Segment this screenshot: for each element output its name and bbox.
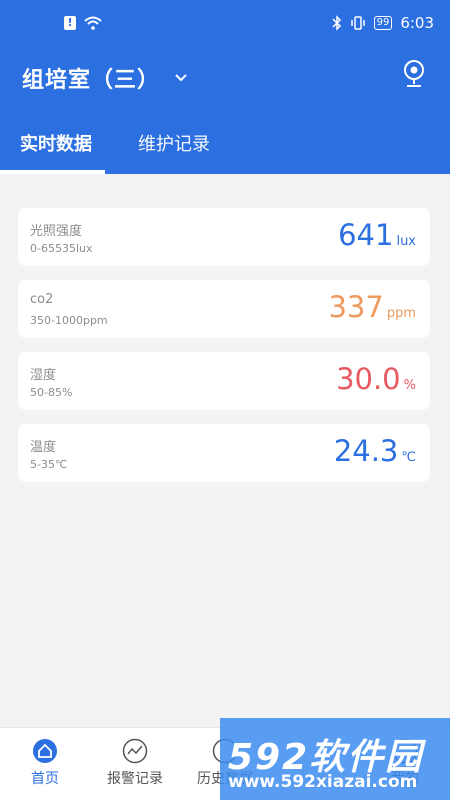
reading-card-humidity[interactable]: 湿度 50-85% 30.0 %: [18, 352, 430, 410]
reading-unit: ppm: [386, 306, 416, 321]
reading-unit: %: [403, 378, 416, 393]
bluetooth-icon: [332, 15, 341, 31]
alert-icon: !: [64, 16, 76, 30]
reading-number: 30.0: [336, 362, 401, 396]
status-bar: ! 99 6:03: [0, 0, 450, 50]
watermark-url: www.592xiazai.com: [228, 772, 418, 792]
wifi-icon: [84, 16, 102, 30]
reading-name: 光照强度: [30, 224, 83, 239]
nav-label: 报警记录: [107, 771, 163, 787]
tab-bar: 实时数据 维护记录: [0, 118, 450, 174]
app-header: ! 99 6:03 组培室（三） 实时数据 维护记录: [0, 0, 450, 174]
reading-range: 0-65535lux: [30, 242, 93, 255]
camera-icon[interactable]: [402, 60, 426, 88]
room-selector[interactable]: 组培室（三）: [22, 62, 188, 94]
reading-name: 温度: [30, 440, 57, 455]
reading-card-light[interactable]: 光照强度 0-65535lux 641 lux: [18, 208, 430, 266]
home-icon: [33, 739, 57, 763]
reading-value: 641 lux: [338, 218, 416, 252]
reading-card-temperature[interactable]: 温度 5-35℃ 24.3 ℃: [18, 424, 430, 482]
reading-value: 24.3 ℃: [334, 434, 416, 468]
reading-number: 24.3: [333, 434, 399, 468]
reading-unit: lux: [396, 234, 416, 249]
reading-name: co2: [30, 292, 54, 307]
battery-indicator: 99: [373, 16, 393, 30]
tab-realtime-data[interactable]: 实时数据: [20, 130, 92, 156]
reading-number: 641: [338, 218, 394, 252]
reading-range: 50-85%: [30, 386, 73, 399]
nav-alarm-records[interactable]: 报警记录: [90, 738, 180, 788]
active-tab-indicator: [0, 170, 105, 174]
reading-card-co2[interactable]: co2 350-1000ppm 337 ppm: [18, 280, 430, 338]
vibrate-icon: [350, 16, 365, 30]
chevron-down-icon: [175, 74, 187, 82]
nav-label: 首页: [31, 771, 59, 787]
reading-value: 337 ppm: [328, 290, 416, 324]
chart-icon: [122, 738, 148, 764]
reading-range: 5-35℃: [30, 458, 68, 471]
reading-range: 350-1000ppm: [30, 314, 108, 327]
reading-unit: ℃: [401, 450, 416, 465]
tab-maintenance-records[interactable]: 维护记录: [138, 130, 210, 156]
reading-number: 337: [328, 290, 384, 324]
nav-home[interactable]: 首页: [0, 738, 90, 788]
reading-name: 湿度: [30, 368, 57, 383]
status-time: 6:03: [400, 14, 434, 32]
reading-value: 30.0 %: [336, 362, 416, 396]
page-title: 组培室（三）: [22, 68, 161, 93]
